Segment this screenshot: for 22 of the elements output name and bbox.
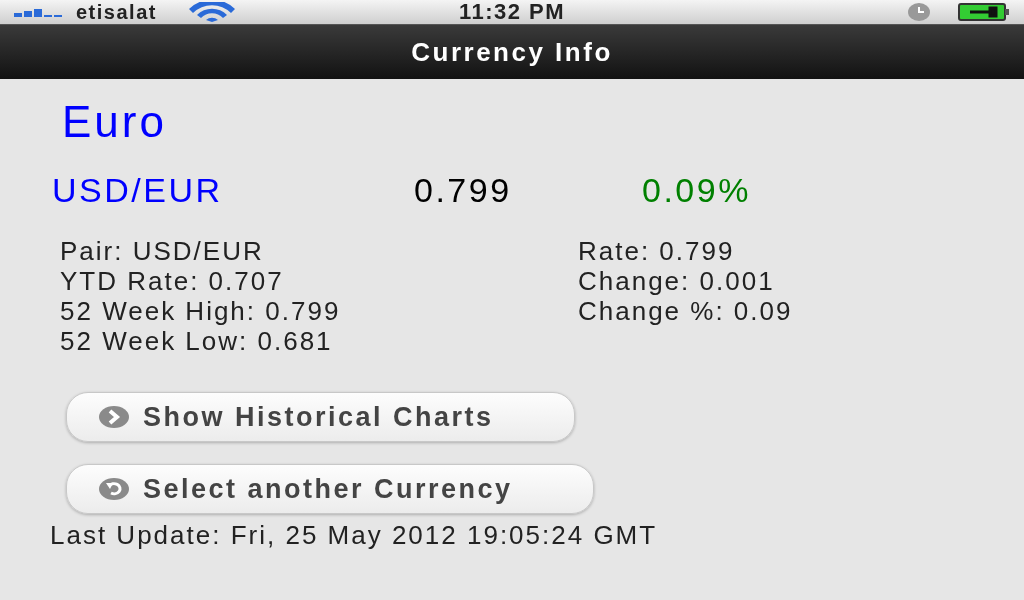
detail-line: 52 Week High: 0.799: [60, 296, 342, 326]
exchange-rate: 0.799: [414, 171, 513, 210]
detail-line: 52 Week Low: 0.681: [60, 326, 334, 356]
alarm-clock-icon: [908, 3, 930, 21]
detail-line: Change: 0.001: [578, 266, 776, 296]
undo-icon: [99, 478, 129, 500]
detail-line: Rate: 0.799: [578, 236, 736, 266]
historical-charts-button[interactable]: Show Historical Charts: [66, 392, 575, 442]
battery-icon: [958, 3, 1010, 21]
screen-title: Currency Info: [411, 36, 613, 68]
chevron-icon: [99, 406, 129, 428]
detail-line: Pair: USD/EUR: [60, 236, 265, 266]
detail-line: YTD Rate: 0.707: [60, 266, 285, 296]
carrier-name: etisalat: [76, 0, 157, 24]
last-update-text: Last Update: Fri, 25 May 2012 19:05:24 GMT: [50, 522, 659, 548]
currency-pair: USD/EUR: [52, 171, 224, 210]
currency-name: Euro: [62, 97, 168, 147]
select-currency-button[interactable]: Select another Currency: [66, 464, 594, 514]
signal-icon: [14, 7, 64, 17]
detail-line: Change %: 0.09: [578, 296, 794, 326]
clock-time: 11:32 PM: [458, 0, 566, 25]
change-percent: 0.09%: [642, 171, 751, 210]
